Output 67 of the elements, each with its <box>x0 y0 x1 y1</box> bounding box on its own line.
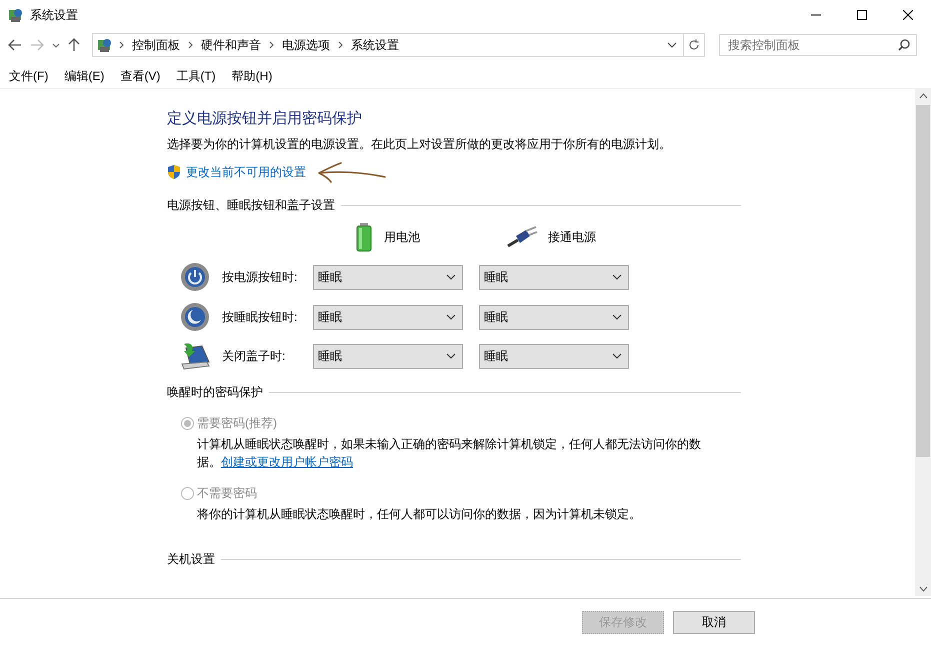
action-dropdown[interactable]: 睡眠 <box>313 344 463 368</box>
scrollbar[interactable] <box>915 89 931 596</box>
control-panel-icon <box>97 37 113 53</box>
hand-drawn-arrow <box>317 161 387 183</box>
breadcrumb-item[interactable]: 控制面板 <box>132 36 180 54</box>
setting-label: 按电源按钮时: <box>222 268 298 286</box>
plug-icon <box>506 226 538 248</box>
page-title: 定义电源按钮并启用密码保护 <box>167 109 363 128</box>
up-button[interactable] <box>66 36 82 54</box>
window-title: 系统设置 <box>30 6 79 24</box>
menu-item[interactable]: 文件(F) <box>4 68 54 84</box>
action-dropdown[interactable]: 睡眠 <box>313 304 463 330</box>
breadcrumb-item[interactable]: 电源选项 <box>282 36 330 54</box>
breadcrumb-item[interactable]: 系统设置 <box>351 36 399 54</box>
setting-label: 按睡眠按钮时: <box>222 308 298 326</box>
option-description: 计算机从睡眠状态唤醒时，如果未输入正确的密码来解除计算机锁定，任何人都无法访问你的数据。创建或更改用户帐户密码 <box>197 436 702 471</box>
search-icon <box>898 39 910 51</box>
power-button-icon <box>180 262 210 292</box>
change-settings-link[interactable]: 更改当前不可用的设置 <box>186 164 306 180</box>
section-heading: 电源按钮、睡眠按钮和盖子设置 <box>167 197 335 214</box>
close-icon <box>903 10 913 20</box>
maximize-icon <box>857 10 867 20</box>
back-button[interactable] <box>6 37 24 53</box>
refresh-button[interactable] <box>683 33 705 57</box>
page-description: 选择要为你的计算机设置的电源设置。在此页上对设置所做的更改将应用于你所有的电源计划。 <box>167 136 672 153</box>
footer-button[interactable]: 取消 <box>673 611 755 634</box>
back-arrow-icon <box>8 39 22 51</box>
option-description: 将你的计算机从睡眠状态唤醒时，任何人都可以访问你的数据，因为计算机未锁定。 <box>197 506 642 523</box>
chevron-right-icon <box>188 41 193 49</box>
chevron-down-icon <box>612 274 622 280</box>
chevron-right-icon <box>119 41 124 49</box>
recent-locations-button[interactable] <box>50 40 62 50</box>
menu-item[interactable]: 编辑(E) <box>59 68 110 84</box>
chevron-down-icon <box>612 314 622 320</box>
battery-icon <box>354 222 374 252</box>
chevron-right-icon <box>269 41 274 49</box>
column-header: 接通电源 <box>548 228 596 246</box>
section-heading: 关机设置 <box>167 551 215 568</box>
breadcrumb-item[interactable]: 硬件和声音 <box>201 36 261 54</box>
caret-icon <box>52 42 60 48</box>
setting-label: 关闭盖子时: <box>222 348 286 364</box>
menu-item[interactable]: 帮助(H) <box>226 68 278 84</box>
chevron-down-icon <box>446 314 456 320</box>
chevron-down-icon <box>446 274 456 280</box>
menu-item[interactable]: 工具(T) <box>171 68 221 84</box>
up-arrow-icon <box>68 38 80 52</box>
column-header: 用电池 <box>384 228 420 246</box>
chevron-right-icon <box>338 41 343 49</box>
option-label: 需要密码(推荐) <box>197 415 277 432</box>
shield-icon <box>167 164 181 180</box>
moon-icon <box>180 302 210 332</box>
section-heading: 唤醒时的密码保护 <box>167 384 263 401</box>
action-dropdown[interactable]: 睡眠 <box>479 344 629 368</box>
menu-item[interactable]: 查看(V) <box>115 68 166 84</box>
laptop-icon <box>180 342 210 370</box>
search-field[interactable]: 搜索控制面板 <box>719 34 917 56</box>
action-dropdown[interactable]: 睡眠 <box>479 264 629 290</box>
chevron-down-icon <box>446 353 456 359</box>
control-panel-icon <box>8 7 24 23</box>
refresh-icon <box>688 39 700 51</box>
address-bar[interactable]: 控制面板 硬件和声音 电源选项 系统设置 <box>92 33 684 57</box>
chevron-down-icon[interactable] <box>667 42 677 48</box>
forward-arrow-icon <box>30 39 44 51</box>
action-dropdown[interactable]: 睡眠 <box>479 304 629 330</box>
option-label: 不需要密码 <box>197 485 257 502</box>
chevron-down-icon <box>612 353 622 359</box>
action-dropdown[interactable]: 睡眠 <box>313 264 463 290</box>
